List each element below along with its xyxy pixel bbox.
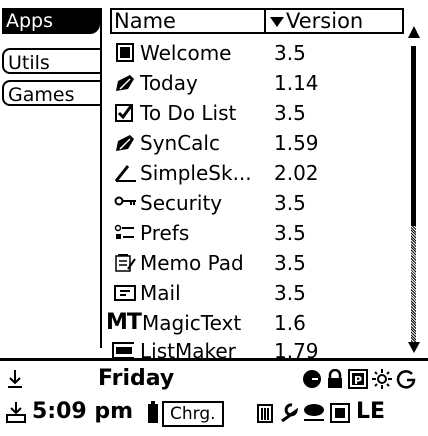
status-time: 5:09 pm <box>32 399 134 424</box>
row-version: 3.5 <box>274 221 306 245</box>
row-name: SynCalc <box>140 131 220 155</box>
row-name: Memo Pad <box>140 251 244 275</box>
wrench-icon[interactable] <box>278 403 298 423</box>
row-name: To Do List <box>140 101 237 125</box>
stylus-icon <box>114 165 136 182</box>
download-arrow-icon[interactable] <box>6 369 24 389</box>
mt-logo: MT <box>106 310 142 335</box>
row-name: Prefs <box>140 221 190 245</box>
battery-icon <box>148 401 158 423</box>
clock-icon[interactable] <box>302 369 322 389</box>
prefs-icon <box>114 224 134 239</box>
table-row[interactable]: To Do List 3.5 <box>102 98 404 128</box>
table-row[interactable]: Mail 3.5 <box>102 278 404 308</box>
triangle-down-icon <box>270 17 284 27</box>
g-icon[interactable] <box>396 369 416 389</box>
row-name: Mail <box>140 281 181 305</box>
lock-icon[interactable] <box>326 369 344 389</box>
tab-games[interactable]: Games <box>2 80 100 106</box>
scroll-up-arrow-icon[interactable] <box>406 24 422 40</box>
chat-icon[interactable] <box>302 403 326 423</box>
mail-icon <box>114 285 136 301</box>
column-header-name[interactable]: Name <box>110 8 266 34</box>
memo-icon <box>115 254 136 272</box>
row-version: 3.5 <box>274 281 306 305</box>
table-row[interactable]: MT MagicText 1.6 <box>102 308 404 338</box>
tab-utils[interactable]: Utils <box>2 48 100 74</box>
pen-icon <box>116 75 134 91</box>
row-name: Today <box>140 71 198 95</box>
row-name: Security <box>140 191 223 215</box>
charge-indicator: Chrg. <box>162 401 224 427</box>
scrollbar-track[interactable] <box>411 226 416 344</box>
status-day: Friday <box>98 366 175 391</box>
checkbox-icon <box>115 104 133 122</box>
key-icon <box>114 196 136 206</box>
table-row[interactable]: SimpleSk... 2.02 <box>102 158 404 188</box>
scrollbar-thumb[interactable] <box>411 46 416 226</box>
parking-icon[interactable]: P <box>348 369 368 389</box>
row-version: 3.5 <box>274 41 306 65</box>
row-version: 2.02 <box>274 161 319 185</box>
status-partial-text: LE <box>356 399 386 424</box>
row-version: 1.6 <box>274 311 306 335</box>
tab-apps-label: Apps <box>6 10 54 32</box>
column-header-name-label: Name <box>114 9 176 33</box>
tab-apps[interactable]: Apps <box>2 8 100 34</box>
square-icon[interactable] <box>330 403 350 423</box>
svg-text:P: P <box>354 374 362 387</box>
table-row[interactable]: Memo Pad 3.5 <box>102 248 404 278</box>
row-version: 3.5 <box>274 251 306 275</box>
hotsync-icon[interactable] <box>6 401 26 423</box>
pen-icon <box>116 135 134 151</box>
row-name: SimpleSk... <box>140 161 252 185</box>
tab-games-label: Games <box>8 84 75 106</box>
column-header-version-label: Version <box>286 9 364 33</box>
table-row[interactable]: SynCalc 1.59 <box>102 128 404 158</box>
trash-icon[interactable] <box>256 403 274 423</box>
row-version: 3.5 <box>274 101 306 125</box>
column-header-version[interactable]: Version <box>264 8 404 34</box>
row-version: 3.5 <box>274 191 306 215</box>
row-version: 1.14 <box>274 71 319 95</box>
table-row[interactable]: Security 3.5 <box>102 188 404 218</box>
table-row[interactable]: Welcome 3.5 <box>102 38 404 68</box>
status-bar: Friday P 5:09 pm Chrg. LE <box>0 358 428 436</box>
table-row[interactable]: Prefs 3.5 <box>102 218 404 248</box>
row-version: 1.59 <box>274 131 319 155</box>
tab-utils-label: Utils <box>8 52 50 74</box>
row-name: MagicText <box>142 311 242 335</box>
brightness-icon[interactable] <box>372 369 392 389</box>
row-name: Welcome <box>140 41 232 65</box>
app-window-icon <box>116 43 134 62</box>
scroll-down-arrow-icon[interactable] <box>406 340 422 354</box>
table-row[interactable]: Today 1.14 <box>102 68 404 98</box>
